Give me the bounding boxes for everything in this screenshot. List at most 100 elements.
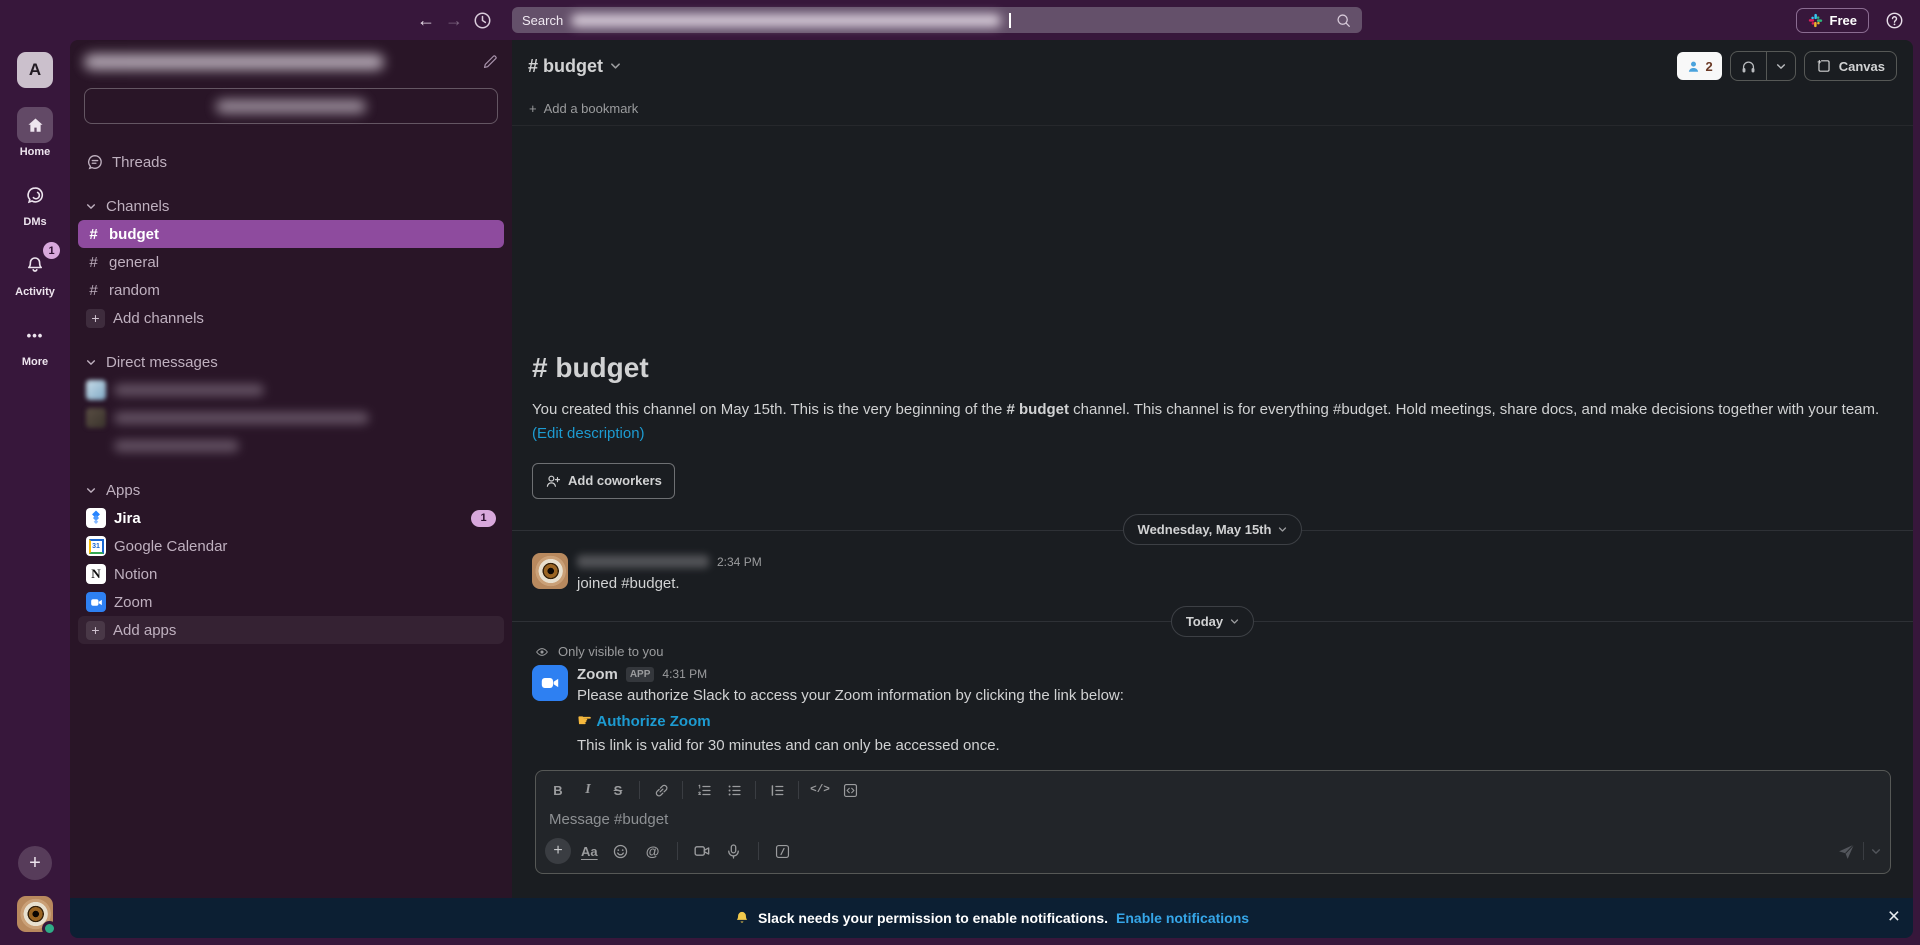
- history-clock-button[interactable]: [468, 7, 496, 33]
- workspace-rail: A Home DMs 1 Activity ••• More +: [0, 40, 70, 945]
- rail-home-label: Home: [20, 146, 51, 158]
- audio-clip-button[interactable]: [721, 838, 747, 864]
- formatting-toolbar: B I S </>: [536, 771, 1890, 805]
- clock-icon: [473, 11, 492, 30]
- code-block-button[interactable]: [836, 777, 864, 803]
- sidebar-item-threads[interactable]: Threads: [78, 148, 504, 176]
- rail-item-more[interactable]: ••• More: [17, 317, 53, 368]
- create-new-button[interactable]: +: [18, 846, 52, 880]
- add-channels-button[interactable]: + Add channels: [78, 304, 504, 332]
- user-avatar[interactable]: [17, 896, 53, 932]
- add-apps-button[interactable]: + Add apps: [78, 616, 504, 644]
- canvas-button[interactable]: Canvas: [1804, 51, 1897, 81]
- close-banner-button[interactable]: ×: [1888, 906, 1900, 927]
- search-input[interactable]: Search: [512, 7, 1362, 33]
- message-link-line: ☛ Authorize Zoom: [577, 709, 1124, 733]
- rail-activity-label: Activity: [15, 286, 55, 298]
- dm-item[interactable]: [78, 376, 504, 404]
- send-button[interactable]: [1837, 842, 1856, 861]
- canvas-icon: [1816, 58, 1832, 74]
- dm-item[interactable]: [78, 432, 504, 460]
- sidebar-app-notion[interactable]: N Notion: [78, 560, 504, 588]
- upgrade-button[interactable]: [84, 88, 498, 124]
- search-icon: [1335, 12, 1352, 29]
- channel-intro-title: # budget: [532, 352, 1893, 384]
- channel-name: general: [109, 254, 159, 271]
- rail-item-activity[interactable]: 1 Activity: [15, 247, 55, 298]
- rail-item-dms[interactable]: DMs: [17, 177, 53, 228]
- microphone-icon: [725, 843, 742, 860]
- date-divider-pill[interactable]: Wednesday, May 15th: [1123, 514, 1303, 545]
- notification-text: Slack needs your permission to enable no…: [758, 910, 1108, 926]
- google-calendar-icon: 31: [86, 536, 106, 556]
- dm-item[interactable]: [78, 404, 504, 432]
- apps-section-header[interactable]: Apps: [78, 476, 504, 504]
- bold-button[interactable]: B: [544, 777, 572, 803]
- add-coworkers-button[interactable]: Add coworkers: [532, 463, 675, 499]
- ordered-list-button[interactable]: [690, 777, 718, 803]
- huddle-button[interactable]: [1731, 52, 1766, 80]
- help-button[interactable]: [1885, 11, 1904, 30]
- history-forward-button[interactable]: →: [440, 7, 468, 33]
- history-back-button[interactable]: ←: [412, 7, 440, 33]
- channel-title-button[interactable]: # budget: [528, 56, 621, 77]
- blockquote-button[interactable]: [763, 777, 791, 803]
- dm-section-header[interactable]: Direct messages: [78, 348, 504, 376]
- message-text: This link is valid for 30 minutes and ca…: [577, 735, 1124, 756]
- sidebar: Threads Channels # budget # general: [70, 40, 512, 898]
- video-clip-button[interactable]: [689, 838, 715, 864]
- sidebar-app-zoom[interactable]: Zoom: [78, 588, 504, 616]
- redacted-search-query: [571, 14, 1001, 27]
- ephemeral-label: Only visible to you: [558, 644, 664, 659]
- threads-icon: [86, 153, 104, 171]
- slash-commands-button[interactable]: [770, 838, 796, 864]
- sender-name[interactable]: Zoom: [577, 666, 618, 683]
- emoji-button[interactable]: [608, 838, 634, 864]
- message-joined: 2:34 PM joined #budget.: [512, 547, 1913, 600]
- text-format-toggle[interactable]: Aa: [577, 844, 602, 859]
- divider: [758, 842, 759, 860]
- redacted-dm-name: [114, 384, 264, 396]
- message-timestamp[interactable]: 2:34 PM: [717, 555, 762, 569]
- edit-description-link[interactable]: (Edit description): [532, 425, 645, 442]
- authorize-zoom-link[interactable]: Authorize Zoom: [596, 713, 710, 730]
- composer-actions: + Aa @: [536, 832, 1890, 873]
- sidebar-channel-budget[interactable]: # budget: [78, 220, 504, 248]
- sidebar-channel-general[interactable]: # general: [78, 248, 504, 276]
- sidebar-app-google-calendar[interactable]: 31 Google Calendar: [78, 532, 504, 560]
- workspace-header[interactable]: [70, 40, 512, 84]
- bulleted-list-button[interactable]: [720, 777, 748, 803]
- members-button[interactable]: 2: [1677, 52, 1722, 80]
- zoom-app-avatar[interactable]: [532, 665, 568, 701]
- italic-button[interactable]: I: [574, 777, 602, 803]
- channels-section-header[interactable]: Channels: [78, 192, 504, 220]
- message-input[interactable]: Message #budget: [536, 805, 1890, 832]
- free-plan-label: Free: [1830, 13, 1857, 28]
- headphones-icon: [1740, 58, 1757, 75]
- huddle-options-button[interactable]: [1767, 52, 1795, 80]
- today-divider-pill[interactable]: Today: [1171, 606, 1254, 637]
- apps-header-label: Apps: [106, 482, 140, 499]
- sidebar-channel-random[interactable]: # random: [78, 276, 504, 304]
- link-button[interactable]: [647, 777, 675, 803]
- sidebar-app-jira[interactable]: Jira 1: [78, 504, 504, 532]
- strikethrough-button[interactable]: S: [604, 777, 632, 803]
- add-bookmark-button[interactable]: + Add a bookmark: [512, 92, 1913, 126]
- members-person-icon: [1686, 59, 1701, 74]
- new-message-icon[interactable]: [482, 54, 498, 70]
- enable-notifications-link[interactable]: Enable notifications: [1116, 910, 1249, 926]
- hash-icon: #: [86, 282, 101, 299]
- workspace-switcher-button[interactable]: A: [17, 52, 53, 88]
- presence-indicator: [42, 921, 57, 936]
- rail-item-home[interactable]: Home: [17, 107, 53, 158]
- message-timestamp[interactable]: 4:31 PM: [662, 667, 707, 681]
- free-plan-badge[interactable]: Free: [1796, 8, 1869, 33]
- message-avatar[interactable]: [532, 553, 568, 589]
- more-ellipsis-icon: •••: [27, 328, 44, 343]
- send-options-button[interactable]: [1871, 848, 1881, 855]
- attach-button[interactable]: +: [545, 838, 571, 864]
- channels-header-label: Channels: [106, 198, 169, 215]
- mention-button[interactable]: @: [640, 838, 666, 864]
- video-camera-icon: [540, 673, 560, 693]
- code-button[interactable]: </>: [806, 777, 834, 803]
